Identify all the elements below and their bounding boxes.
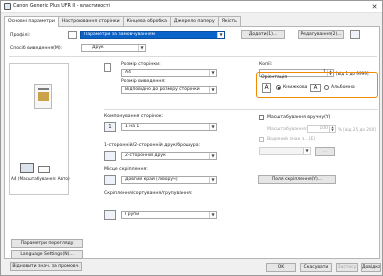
duplex-value: 2-сторонній друк [125, 153, 166, 158]
page-layout-value: 1 на 1 [125, 124, 140, 129]
landscape-page-icon: A [310, 84, 321, 92]
chevron-down-icon: ▼ [209, 153, 216, 159]
divider [104, 109, 378, 110]
scaling-value: 100 [319, 126, 328, 131]
layout-icon: 1 [104, 122, 116, 132]
help-button[interactable]: Довідка [361, 263, 381, 272]
cancel-button[interactable]: Скасувати [300, 263, 332, 272]
restore-defaults-button[interactable]: Відновити знач. за промовч. [10, 262, 82, 271]
output-method-select[interactable]: Друк ▼ [81, 44, 146, 52]
page-size-icon [104, 63, 111, 72]
profile-info-icon[interactable] [350, 30, 360, 39]
chevron-down-icon: ▼ [209, 212, 216, 218]
portrait-label: Книжкова [283, 85, 308, 90]
settings-panel: Профілі: Параметри за замовчуванням ▼ До… [4, 26, 380, 259]
duplex-mode-icon [104, 151, 116, 161]
page-size-value: A4 [125, 70, 131, 75]
divider [9, 56, 377, 57]
tab-page-setup[interactable]: Настроювання сторінки [57, 16, 124, 26]
watermark-select[interactable]: ▼ [259, 147, 311, 155]
tab-basic-settings[interactable]: Основні параметри [4, 16, 59, 27]
profile-icon [68, 31, 77, 39]
chevron-down-icon: ▼ [209, 124, 216, 130]
landscape-label: Альбомна [331, 85, 355, 90]
chevron-down-icon: ▼ [209, 70, 216, 76]
scaling-sub-label: Масштабування: [267, 127, 308, 132]
tab-quality[interactable]: Якість [217, 16, 241, 26]
output-method-label: Спосіб виведення(M): [10, 46, 63, 51]
portrait-page-icon: A [262, 83, 271, 93]
apply-button[interactable]: Застосу [336, 263, 358, 272]
scaling-spinner[interactable]: 100 ▲ ▼ [307, 125, 336, 133]
output-size-select[interactable]: Відповідно до розміру сторінки ▼ [121, 86, 217, 94]
tab-bar: Основні параметри Настроювання сторінки … [4, 16, 241, 27]
properties-window: Canon Generic Plus UFR II - властивості … [0, 0, 383, 276]
add-profile-button[interactable]: Додати(1)... [241, 30, 285, 39]
copies-label: Копії: [259, 62, 273, 67]
collate-select[interactable]: Групи ▼ [121, 211, 217, 219]
image-placeholder [38, 92, 49, 101]
binding-label: Місце скріплення: [104, 167, 148, 172]
collate-value: Групи [125, 212, 140, 217]
language-settings-button[interactable]: Language Settings(N)... [11, 250, 83, 259]
watermark-label: Водяний знак з...(E) [267, 137, 316, 142]
chevron-down-icon: ▼ [209, 177, 216, 183]
portrait-radio[interactable] [276, 85, 281, 90]
ok-button[interactable]: OK [266, 263, 296, 272]
view-settings-button[interactable]: Параметри перегляду [11, 239, 83, 248]
page-size-label: Розмір сторінки: [121, 62, 161, 67]
printer-icon [4, 3, 11, 10]
collate-label: Скріплення/сортування/групування: [104, 191, 193, 196]
chevron-down-icon: ▼ [138, 45, 145, 51]
profile-label: Профілі: [10, 33, 31, 38]
page-size-select[interactable]: A4 ▼ [121, 69, 217, 77]
binding-select[interactable]: Довгий край [ліворуч] ▼ [121, 176, 217, 184]
output-size-value: Відповідно до розміру сторінки [125, 87, 200, 92]
page-layout-select[interactable]: 1 на 1 ▼ [121, 123, 217, 131]
window-title: Canon Generic Plus UFR II - властивості [13, 4, 110, 9]
duplex-select[interactable]: 2-сторонній друк ▼ [121, 152, 217, 160]
watermark-checkbox[interactable] [259, 137, 264, 142]
tab-finishing[interactable]: Кінцева обробка [122, 16, 171, 26]
duplex-icon [20, 163, 34, 173]
binding-value: Довгий край [ліворуч] [125, 177, 178, 182]
close-icon[interactable]: ✕ [369, 2, 380, 12]
profile-select[interactable]: Параметри за замовчуванням ▼ [80, 31, 225, 39]
page-thumbnail [34, 84, 52, 109]
output-method-value: Друк [92, 45, 104, 50]
chevron-down-icon: ▼ [209, 87, 216, 93]
tab-paper-source[interactable]: Джерело паперу [169, 16, 219, 26]
scaling-range: % [від 25 до 200] [338, 127, 376, 132]
stapler-icon [38, 166, 50, 173]
binding-margin-button[interactable]: Поля скріплення(Y)... [258, 175, 336, 184]
orientation-label: Орієнтація [261, 75, 287, 80]
edit-profile-button[interactable]: Редагування(2)... [298, 30, 344, 39]
manual-scaling-checkbox[interactable] [259, 115, 264, 120]
output-size-label: Розмір виведення: [121, 79, 166, 84]
manual-scaling-label: Масштабування вручну(Y) [267, 115, 331, 120]
title-bar: Canon Generic Plus UFR II - властивості … [1, 1, 382, 13]
collate-icon [104, 210, 116, 220]
spin-arrows-icon[interactable]: ▲ ▼ [329, 126, 335, 132]
duplex-label: 1-сторонній/2-сторонній друк/брошура: [104, 143, 201, 148]
watermark-edit-button[interactable]: ... [315, 147, 335, 156]
binding-icon [104, 175, 116, 185]
chevron-down-icon: ▼ [303, 148, 310, 154]
text-line [38, 88, 49, 90]
chevron-down-icon: ▼ [217, 32, 224, 38]
page-layout-label: Компонування сторінок: [104, 114, 164, 119]
landscape-radio[interactable] [324, 85, 329, 90]
preview-caption: A4 (Масштабування: Авто) [11, 176, 70, 181]
profile-value: Параметри за замовчуванням [84, 32, 156, 37]
